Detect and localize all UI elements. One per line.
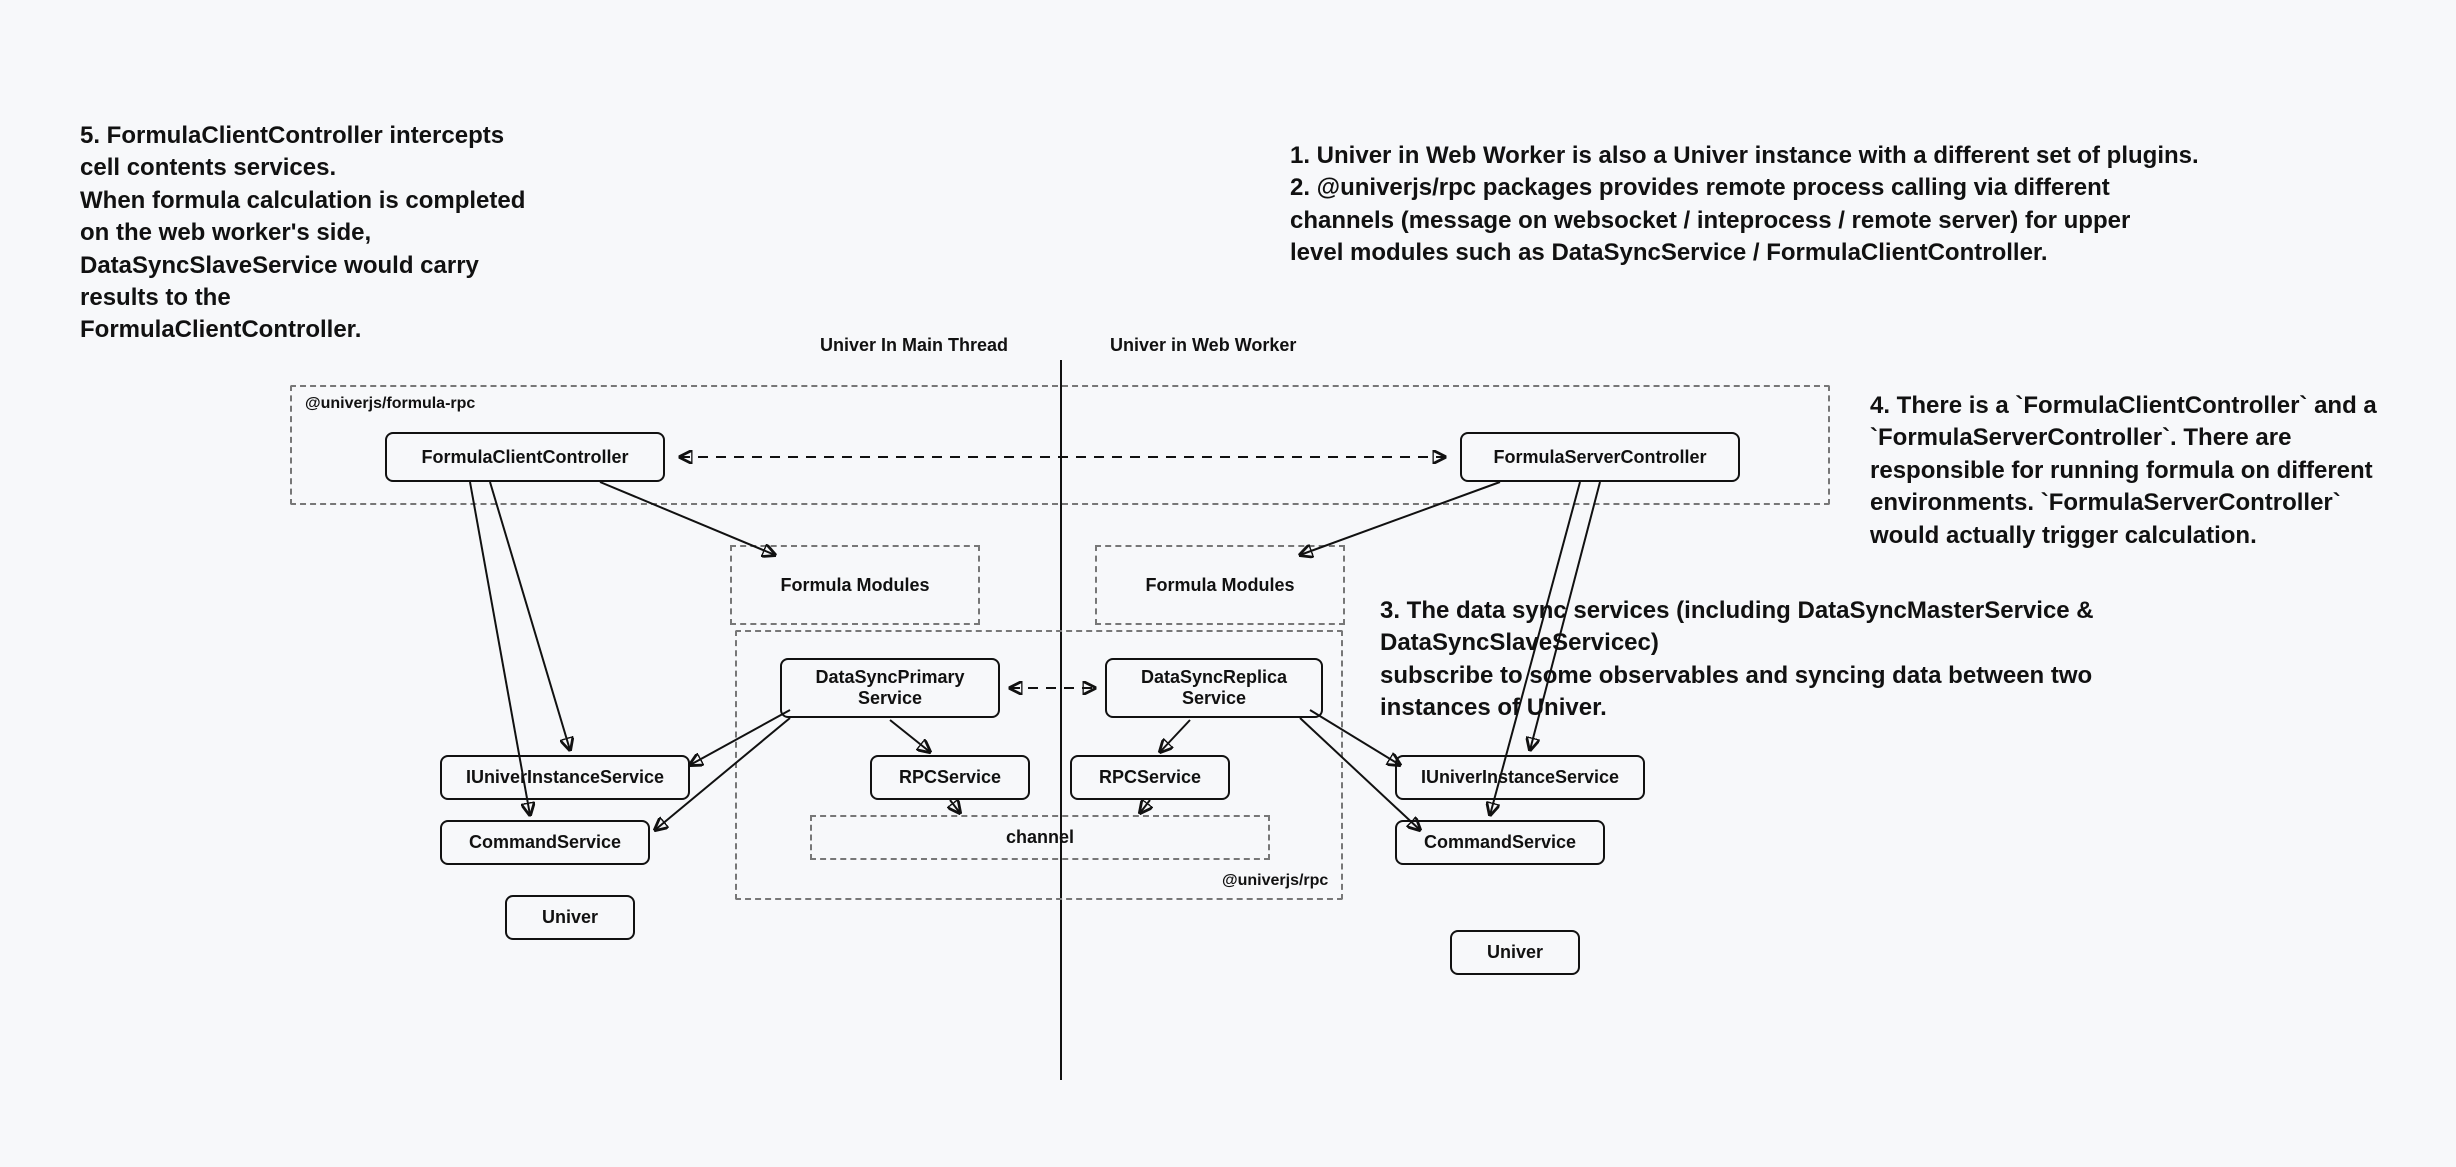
annotation-5: 5. FormulaClientController intercepts ce…: [80, 120, 640, 347]
node-formula-server-controller: FormulaServerController: [1460, 432, 1740, 482]
node-data-sync-replica: DataSyncReplica Service: [1105, 658, 1323, 718]
node-formula-modules-left: Formula Modules: [730, 545, 980, 625]
node-formula-modules-right: Formula Modules: [1095, 545, 1345, 625]
annotation-3: 3. The data sync services (including Dat…: [1380, 595, 2320, 725]
column-label-main-thread: Univer In Main Thread: [820, 335, 1008, 356]
node-channel: channel: [810, 815, 1270, 860]
node-iuniver-instance-right: IUniverInstanceService: [1395, 755, 1645, 800]
node-rpc-service-left: RPCService: [870, 755, 1030, 800]
node-command-service-right: CommandService: [1395, 820, 1605, 865]
annotation-1-2: 1. Univer in Web Worker is also a Univer…: [1290, 140, 2410, 270]
node-command-service-left: CommandService: [440, 820, 650, 865]
diagram-canvas: 5. FormulaClientController intercepts ce…: [0, 0, 2456, 1167]
node-rpc-service-right: RPCService: [1070, 755, 1230, 800]
node-data-sync-primary: DataSyncPrimary Service: [780, 658, 1000, 718]
group-formula-rpc-label: @univerjs/formula-rpc: [305, 395, 475, 413]
node-univer-left: Univer: [505, 895, 635, 940]
annotation-4: 4. There is a `FormulaClientController` …: [1870, 390, 2440, 552]
node-formula-client-controller: FormulaClientController: [385, 432, 665, 482]
node-univer-right: Univer: [1450, 930, 1580, 975]
group-rpc-label: @univerjs/rpc: [1222, 872, 1328, 890]
column-label-web-worker: Univer in Web Worker: [1110, 335, 1296, 356]
node-iuniver-instance-left: IUniverInstanceService: [440, 755, 690, 800]
